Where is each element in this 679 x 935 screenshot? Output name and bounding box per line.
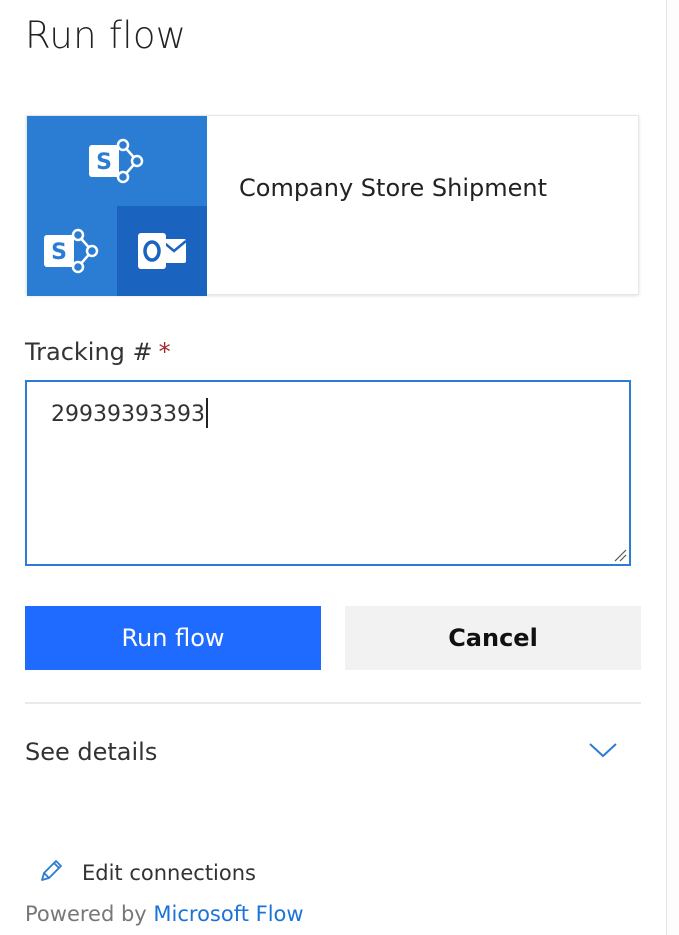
flow-card: S S Company Store Shipment (26, 115, 639, 296)
powered-by-text: Powered by (25, 902, 147, 926)
svg-text:S: S (96, 150, 112, 175)
required-marker: * (158, 338, 171, 366)
flow-icon-tile: S S (27, 116, 207, 296)
see-details-toggle[interactable]: See details (25, 730, 641, 782)
tracking-field-label: Tracking # * (25, 338, 171, 366)
powered-by: Powered by Microsoft Flow (25, 902, 304, 926)
tracking-label-text: Tracking # (25, 338, 153, 366)
divider (25, 702, 641, 704)
pencil-icon (41, 860, 62, 881)
tracking-value-text: 29939393393 (51, 402, 205, 427)
tracking-number-value: 29939393393 (51, 398, 208, 430)
sharepoint-icon: S (27, 206, 117, 296)
outlook-icon (117, 206, 207, 296)
run-flow-panel: Run flow S S Company Store Shipment Trac… (0, 0, 679, 935)
text-caret (205, 398, 208, 428)
chevron-down-icon[interactable] (587, 740, 619, 760)
run-flow-button[interactable]: Run flow (25, 606, 321, 670)
tracking-number-input[interactable]: 29939393393 (25, 380, 631, 566)
svg-text:S: S (51, 240, 67, 265)
resize-handle-icon[interactable] (613, 548, 627, 562)
panel-gutter (667, 0, 679, 935)
see-details-label: See details (25, 738, 158, 766)
flow-name: Company Store Shipment (239, 174, 547, 202)
edit-connections-label: Edit connections (82, 861, 256, 885)
microsoft-flow-link[interactable]: Microsoft Flow (153, 902, 303, 926)
page-title: Run flow (25, 14, 187, 57)
sharepoint-icon: S (72, 116, 162, 206)
cancel-button[interactable]: Cancel (345, 606, 641, 670)
